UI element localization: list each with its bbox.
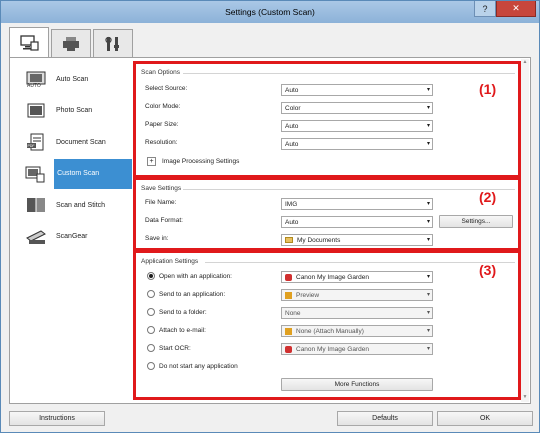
tab-general-settings[interactable] [93,29,133,57]
scan-from-computer-icon [20,34,39,51]
sidebar-item-label: Scan and Stitch [56,201,106,209]
svg-text:AUTO: AUTO [27,83,41,88]
settings-panel: Scan Options Select Source: Auto ▾ Color … [131,61,521,402]
defaults-button[interactable]: Defaults [337,411,433,426]
sidebar-item-label: ScanGear [56,233,88,240]
scangear-icon [21,225,51,249]
instructions-button[interactable]: Instructions [9,411,105,426]
tab-scan-from-computer[interactable] [9,27,49,57]
content-area: AUTO Auto Scan Photo Scan PDF Document S… [9,57,531,404]
help-button[interactable]: ? [474,1,496,17]
custom-scan-icon [21,162,49,186]
scan-options-highlight [133,61,521,178]
window-title: Settings (Custom Scan) [225,7,315,17]
application-settings-highlight [133,250,521,400]
sidebar-item-document-scan[interactable]: PDF Document Scan [16,127,132,157]
general-settings-icon [105,36,119,51]
sidebar-item-custom-scan[interactable]: Custom Scan [16,158,132,189]
save-settings-highlight [133,177,521,251]
ok-button[interactable]: OK [437,411,533,426]
photo-scan-icon [21,99,51,123]
sidebar-item-auto-scan[interactable]: AUTO Auto Scan [16,64,132,94]
close-button[interactable]: ✕ [496,1,536,17]
title-bar: Settings (Custom Scan) ? ✕ [1,1,539,23]
sidebar-item-scan-and-stitch[interactable]: Scan and Stitch [16,190,132,220]
sidebar-item-label: Photo Scan [56,107,93,114]
sidebar-item-label: Custom Scan [54,158,132,189]
settings-window: Settings (Custom Scan) ? ✕ AUTO Auto Sca… [0,0,540,433]
tab-bar [9,27,135,57]
tab-scan-from-panel[interactable] [51,29,91,57]
scan-from-panel-icon [63,36,79,51]
sidebar-item-label: Auto Scan [56,75,89,83]
vertical-scrollbar[interactable]: ▲ ▼ [521,59,529,402]
sidebar-item-label: Document Scan [56,138,106,146]
sidebar: AUTO Auto Scan Photo Scan PDF Document S… [16,64,132,253]
svg-text:PDF: PDF [28,144,35,148]
scroll-down-icon[interactable]: ▼ [521,394,529,402]
scroll-up-icon[interactable]: ▲ [521,59,529,67]
sidebar-item-photo-scan[interactable]: Photo Scan [16,96,132,126]
auto-scan-icon: AUTO [21,67,51,91]
scan-and-stitch-icon [21,193,51,217]
sidebar-item-scangear[interactable]: ScanGear [16,222,132,252]
document-scan-icon: PDF [21,130,51,154]
